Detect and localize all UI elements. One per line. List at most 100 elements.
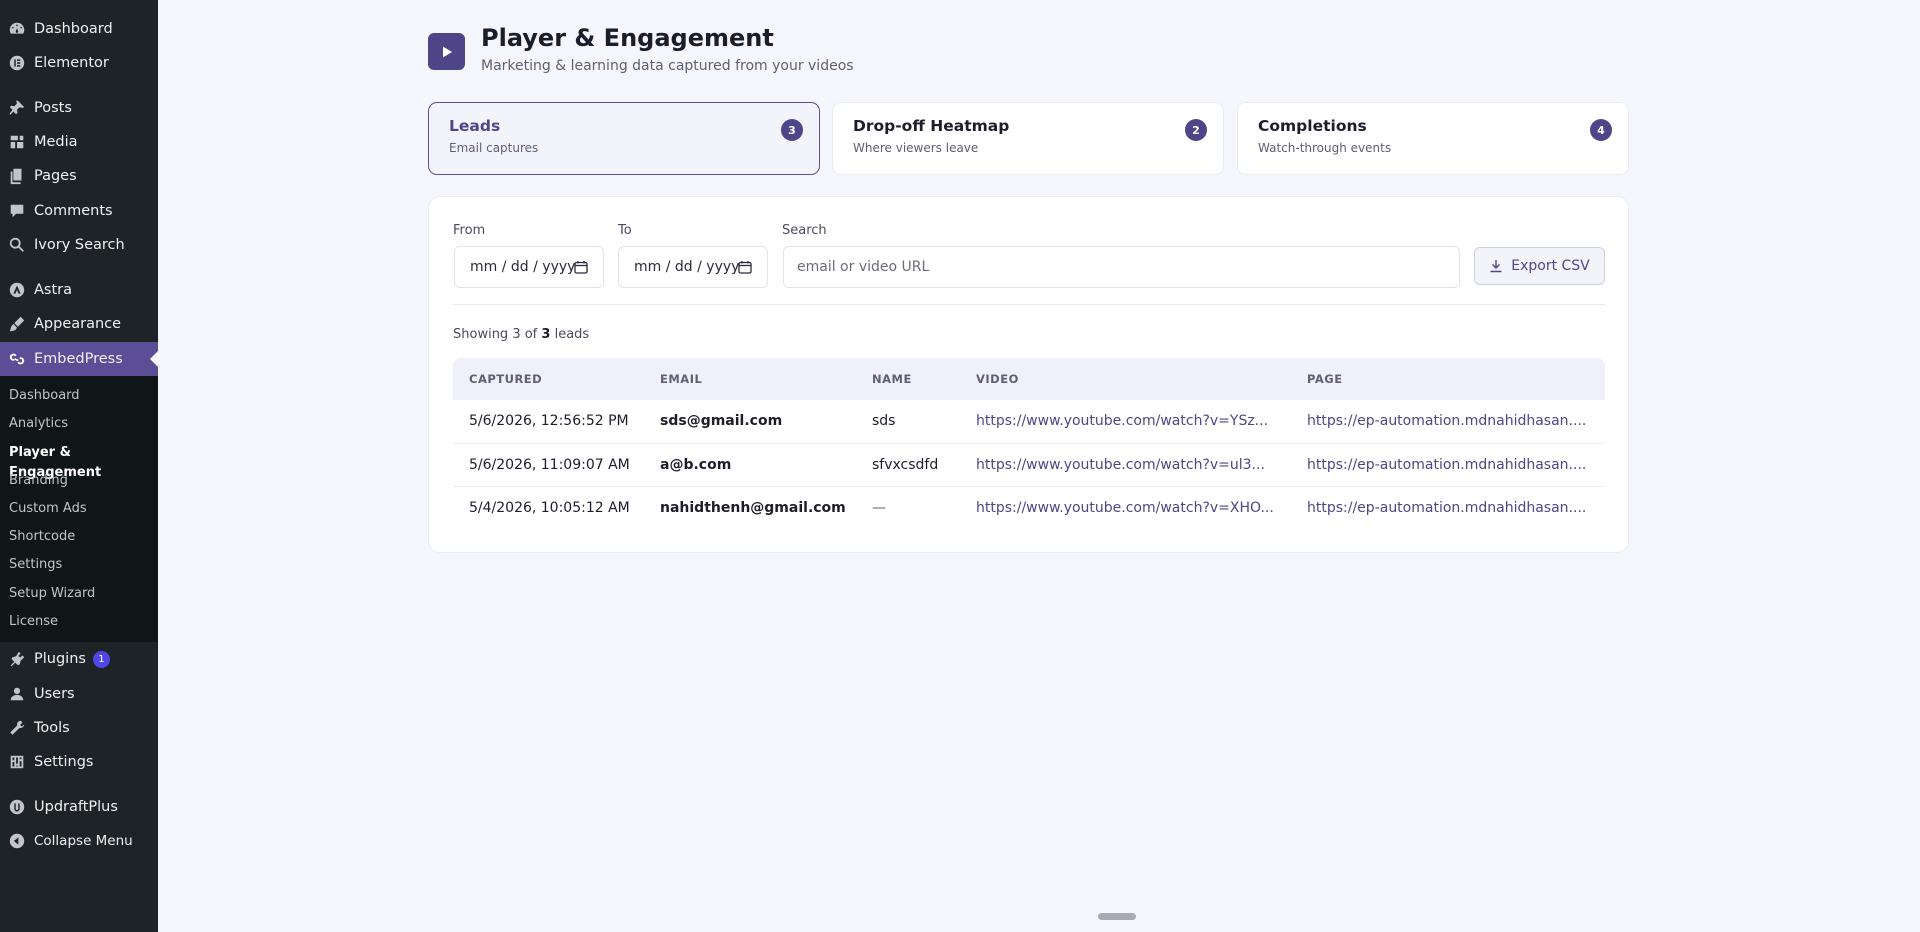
submenu-item-custom-ads[interactable]: Custom Ads xyxy=(9,499,87,519)
table-row: 5/6/2026, 11:09:07 AM a@b.com sfvxcsdfd … xyxy=(453,444,1605,487)
elementor-icon xyxy=(7,53,27,73)
tab-subtitle: Where viewers leave xyxy=(853,141,979,155)
email-cell: sds@gmail.com xyxy=(660,413,783,429)
sidebar-item-settings[interactable]: Settings xyxy=(0,745,158,779)
settings-icon xyxy=(7,752,27,772)
wrench-icon xyxy=(7,718,27,738)
captured-cell: 5/6/2026, 12:56:52 PM xyxy=(469,413,629,429)
sidebar-item-label: UpdraftPlus xyxy=(34,799,118,815)
video-link[interactable]: https://www.youtube.com/watch?v=XHO... xyxy=(976,500,1296,516)
tab-title: Completions xyxy=(1258,117,1367,135)
name-cell: sds xyxy=(872,413,896,429)
tab-leads[interactable]: Leads Email captures 3 xyxy=(428,102,820,175)
sidebar-item-embedpress[interactable]: EmbedPress xyxy=(0,342,158,376)
sidebar-item-label: Comments xyxy=(34,203,113,219)
calendar-icon[interactable] xyxy=(738,260,752,274)
sidebar-item-label: Pages xyxy=(34,168,77,184)
sidebar-item-updraftplus[interactable]: UpdraftPlus xyxy=(0,790,158,824)
search-label: Search xyxy=(782,223,827,238)
to-date-input[interactable]: mm / dd / yyyy xyxy=(618,246,768,288)
sidebar-item-comments[interactable]: Comments xyxy=(0,194,158,228)
results-summary: Showing 3 of 3 leads xyxy=(453,327,590,342)
from-label: From xyxy=(453,223,486,238)
submenu-item-analytics[interactable]: Analytics xyxy=(9,414,68,434)
leads-table: CAPTURED EMAIL NAME VIDEO PAGE 5/6/2026,… xyxy=(453,358,1605,531)
submenu-item-setup-wizard[interactable]: Setup Wizard xyxy=(9,584,95,604)
sidebar-item-pages[interactable]: Pages xyxy=(0,159,158,193)
sidebar-item-label: Collapse Menu xyxy=(34,833,133,849)
download-icon xyxy=(1490,260,1502,273)
captured-cell: 5/6/2026, 11:09:07 AM xyxy=(469,456,630,473)
sidebar-item-label: Settings xyxy=(34,754,94,770)
sidebar-item-label: Appearance xyxy=(34,316,122,332)
calendar-icon[interactable] xyxy=(574,260,588,274)
sidebar-item-label: Media xyxy=(34,134,78,150)
table-row: 5/4/2026, 10:05:12 AM nahidthenh@gmail.c… xyxy=(453,487,1605,531)
sidebar-item-users[interactable]: Users xyxy=(0,677,158,711)
count-badge: 3 xyxy=(781,119,803,141)
sidebar-item-label: Users xyxy=(34,686,75,702)
column-header-video[interactable]: VIDEO xyxy=(976,372,1019,386)
submenu-item-branding[interactable]: Branding xyxy=(9,471,68,491)
sidebar-item-elementor[interactable]: Elementor xyxy=(0,46,158,80)
from-date-input[interactable]: mm / dd / yyyy xyxy=(454,246,604,288)
column-header-email[interactable]: EMAIL xyxy=(660,372,702,386)
results-count: 3 xyxy=(541,327,551,342)
submenu-item-shortcode[interactable]: Shortcode xyxy=(9,527,75,547)
export-csv-button[interactable]: Export CSV xyxy=(1474,247,1605,285)
sidebar-item-label: Ivory Search xyxy=(34,237,125,253)
update-count-badge: 1 xyxy=(92,650,110,668)
count-badge: 4 xyxy=(1590,119,1612,141)
sidebar-item-label: Astra xyxy=(34,282,73,298)
brush-icon xyxy=(7,314,27,334)
collapse-menu-button[interactable]: Collapse Menu xyxy=(0,824,158,858)
dashboard-icon xyxy=(7,19,27,39)
scroll-handle[interactable] xyxy=(1098,913,1136,920)
page-title: Player & Engagement xyxy=(481,24,774,52)
sidebar-item-ivory-search[interactable]: Ivory Search xyxy=(0,228,158,262)
divider xyxy=(453,304,1605,305)
column-header-page[interactable]: PAGE xyxy=(1307,372,1343,386)
pin-icon xyxy=(7,98,27,118)
sidebar-item-tools[interactable]: Tools xyxy=(0,711,158,745)
sidebar-item-appearance[interactable]: Appearance xyxy=(0,307,158,341)
page-header: Player & Engagement Marketing & learning… xyxy=(428,22,854,74)
video-link[interactable]: https://www.youtube.com/watch?v=ul3... xyxy=(976,457,1296,473)
page-link[interactable]: https://ep-automation.mdnahidhasan.... xyxy=(1307,413,1597,429)
page-link[interactable]: https://ep-automation.mdnahidhasan.... xyxy=(1307,457,1597,473)
search-input[interactable] xyxy=(783,246,1460,288)
submenu-item-dashboard[interactable]: Dashboard xyxy=(9,386,80,406)
tab-subtitle: Email captures xyxy=(449,141,539,155)
sidebar-item-astra[interactable]: Astra xyxy=(0,273,158,307)
play-icon xyxy=(428,33,465,70)
tab-drop-off-heatmap[interactable]: Drop-off Heatmap Where viewers leave 2 xyxy=(832,102,1224,175)
astra-icon xyxy=(7,280,27,300)
date-value: mm / dd / yyyy xyxy=(470,259,576,275)
sidebar-item-label: Tools xyxy=(34,720,70,736)
collapse-icon xyxy=(7,831,27,851)
sidebar-item-posts[interactable]: Posts xyxy=(0,91,158,125)
page-subtitle: Marketing & learning data captured from … xyxy=(481,58,854,74)
name-cell: — xyxy=(872,500,886,516)
embedpress-icon xyxy=(7,349,27,369)
video-link[interactable]: https://www.youtube.com/watch?v=YSz... xyxy=(976,413,1296,429)
section-tabs: Leads Email captures 3 Drop-off Heatmap … xyxy=(428,102,1629,175)
submenu-item-player-engagement[interactable]: Player & Engagement xyxy=(9,443,158,480)
updraft-icon xyxy=(7,797,27,817)
tab-completions[interactable]: Completions Watch-through events 4 xyxy=(1237,102,1629,175)
search-icon xyxy=(7,235,27,255)
sidebar-item-label: Elementor xyxy=(34,55,109,71)
media-icon xyxy=(7,132,27,152)
tab-title: Leads xyxy=(449,117,501,135)
page-link[interactable]: https://ep-automation.mdnahidhasan.... xyxy=(1307,500,1597,516)
admin-sidebar: Dashboard Elementor Posts Media Pages Co… xyxy=(0,0,158,932)
sidebar-item-dashboard[interactable]: Dashboard xyxy=(0,12,158,46)
submenu-item-license[interactable]: License xyxy=(9,612,58,632)
column-header-captured[interactable]: CAPTURED xyxy=(469,372,542,386)
sidebar-item-plugins[interactable]: Plugins 1 xyxy=(0,642,158,676)
column-header-name[interactable]: NAME xyxy=(872,372,912,386)
name-cell: sfvxcsdfd xyxy=(872,456,939,473)
embedpress-submenu: Dashboard Analytics Player & Engagement … xyxy=(0,376,158,642)
sidebar-item-media[interactable]: Media xyxy=(0,125,158,159)
submenu-item-settings[interactable]: Settings xyxy=(9,555,62,575)
